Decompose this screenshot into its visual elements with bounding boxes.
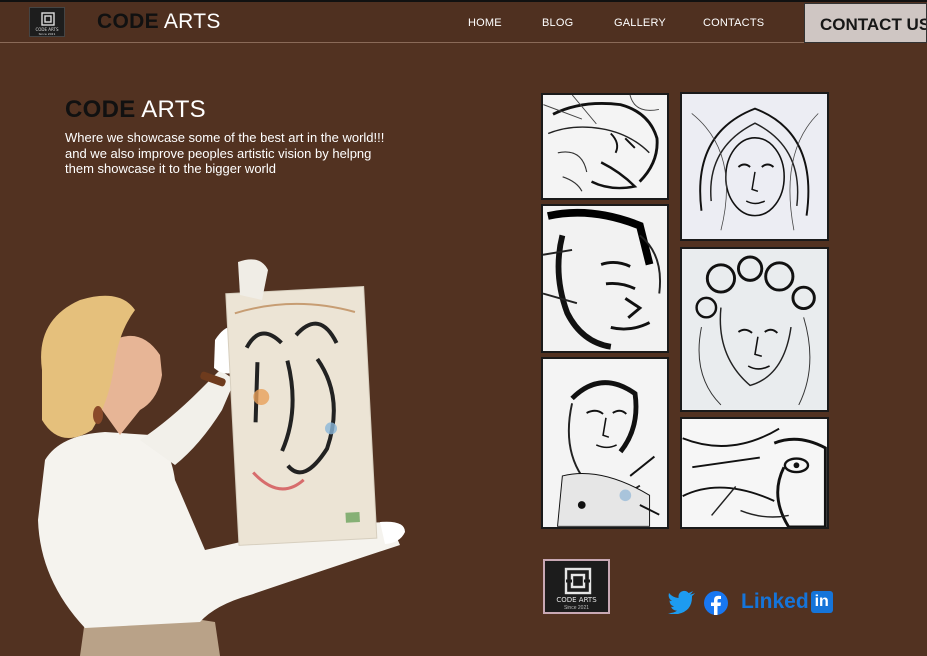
facebook-icon[interactable] <box>704 591 728 615</box>
gallery-item[interactable] <box>680 92 829 241</box>
portrait-sketch-man-icon <box>543 95 667 198</box>
twitter-icon[interactable] <box>668 590 696 614</box>
header-logo[interactable]: CODE ARTS Since 2021 <box>29 7 65 37</box>
brand-name[interactable]: CODE ARTS <box>97 10 221 34</box>
hero-line: them showcase it to the bigger world <box>65 161 276 176</box>
woman-holding-painting-image <box>38 259 405 656</box>
linkedin-badge: in <box>810 591 833 613</box>
portrait-sketch-woman-splatter-icon <box>543 359 667 527</box>
logo-mark-icon <box>41 12 55 26</box>
hero-title: CODE ARTS <box>65 96 206 124</box>
brand-name-dark: CODE <box>97 10 159 33</box>
gallery-item[interactable] <box>541 204 669 353</box>
linkedin-icon[interactable]: Linked in <box>741 589 833 615</box>
logo-mark-icon <box>564 567 592 595</box>
portrait-sketch-ink-face-icon <box>543 206 667 351</box>
contact-us-button[interactable]: CONTACT US <box>804 3 927 43</box>
portrait-sketch-eye-abstract-icon <box>682 419 827 527</box>
gallery-item[interactable] <box>541 93 669 200</box>
portrait-sketch-curly-hair-icon <box>682 249 827 410</box>
hero-line: and we also improve peoples artistic vis… <box>65 145 372 161</box>
top-navigation-bar: CODE ARTS Since 2021 CODE ARTS HOME BLOG… <box>0 0 927 43</box>
nav-contacts-link[interactable]: CONTACTS <box>703 17 764 29</box>
brand-name-light: ARTS <box>163 10 221 33</box>
nav-gallery-link[interactable]: GALLERY <box>614 17 666 29</box>
hero-title-dark: CODE <box>65 96 136 123</box>
hero-line: Where we showcase some of the best art i… <box>65 130 385 145</box>
gallery-item[interactable] <box>680 247 829 412</box>
portrait-sketch-woman-veil-icon <box>682 94 827 239</box>
nav-blog-link[interactable]: BLOG <box>542 17 573 29</box>
footer-logo[interactable]: CODE ARTS Since 2021 <box>543 559 610 614</box>
gallery-item[interactable] <box>541 357 669 529</box>
footer-logo-since: Since 2021 <box>563 605 590 611</box>
hero-description: Where we showcase some of the best art i… <box>65 130 445 177</box>
footer-logo-name: CODE ARTS <box>556 596 597 604</box>
hero-title-light: ARTS <box>141 96 206 123</box>
nav-home-link[interactable]: HOME <box>468 17 502 29</box>
gallery-item[interactable] <box>680 417 829 529</box>
linkedin-wordmark: Linked <box>741 590 809 613</box>
header-logo-since: Since 2021 <box>38 32 56 36</box>
